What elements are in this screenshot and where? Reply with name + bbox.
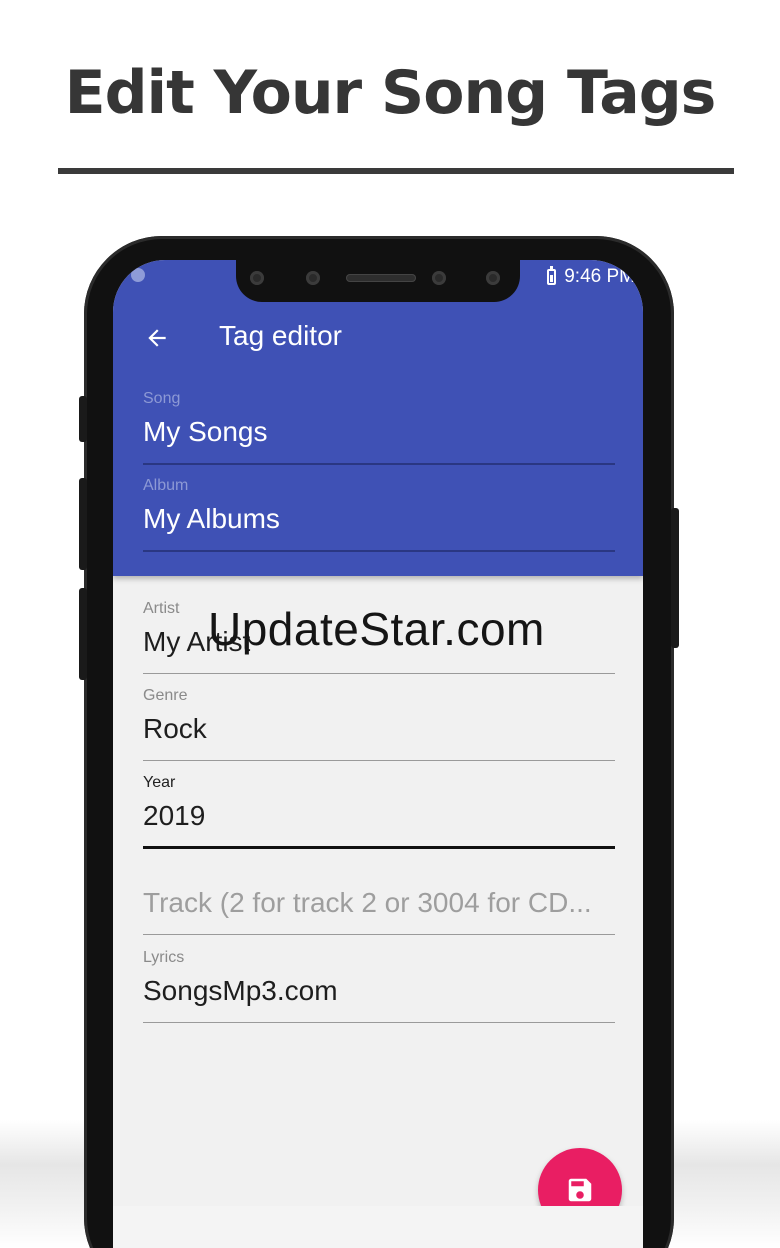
song-label: Song [143,390,181,407]
phone-side-button [79,396,87,442]
headline-divider [58,168,734,174]
status-bar-right: 9:46 PM [547,265,635,289]
track-underline [143,934,615,935]
lyrics-label: Lyrics [143,949,185,966]
phone-screen: 9:46 PM Tag editor Song My Songs Album M… [113,260,643,1248]
save-icon [568,1178,592,1202]
screen-bottom-edge [113,1206,643,1248]
sensor-icon [486,271,500,285]
battery-icon [547,266,557,285]
artist-label: Artist [143,600,180,617]
genre-input[interactable]: Rock [143,713,615,745]
track-input[interactable]: Track (2 for track 2 or 3004 for CD... [143,887,615,919]
song-input[interactable]: My Songs [143,416,615,448]
artist-underline [143,673,615,674]
lyrics-input[interactable]: SongsMp3.com [143,975,615,1007]
year-underline [143,846,615,849]
genre-underline [143,760,615,761]
earpiece-speaker [346,274,416,282]
arrow-back-icon [148,329,166,347]
app-bar-title: Tag editor [219,320,342,351]
album-label: Album [143,477,189,494]
song-underline [143,463,615,465]
sensor-icon [250,271,264,285]
genre-label: Genre [143,687,188,704]
album-underline [143,550,615,552]
album-input[interactable]: My Albums [143,503,615,535]
status-time: 9:46 PM [564,266,635,287]
headline: Edit Your Song Tags [64,58,717,128]
lyrics-underline [143,1022,615,1023]
promo-page: Edit Your Song Tags 9:46 PM Tag editor S… [0,0,780,1248]
sensor-icon [306,271,320,285]
back-button[interactable] [137,318,177,358]
notification-icon [131,268,145,282]
phone-side-button [79,588,87,680]
year-input[interactable]: 2019 [143,800,615,832]
app-bar: 9:46 PM Tag editor Song My Songs Album M… [113,260,643,576]
year-label: Year [143,774,176,791]
camera-notch [236,260,520,302]
phone-side-button [79,478,87,570]
phone-power-button [671,508,679,648]
front-camera-icon [432,271,446,285]
watermark: UpdateStar.com [208,603,545,655]
